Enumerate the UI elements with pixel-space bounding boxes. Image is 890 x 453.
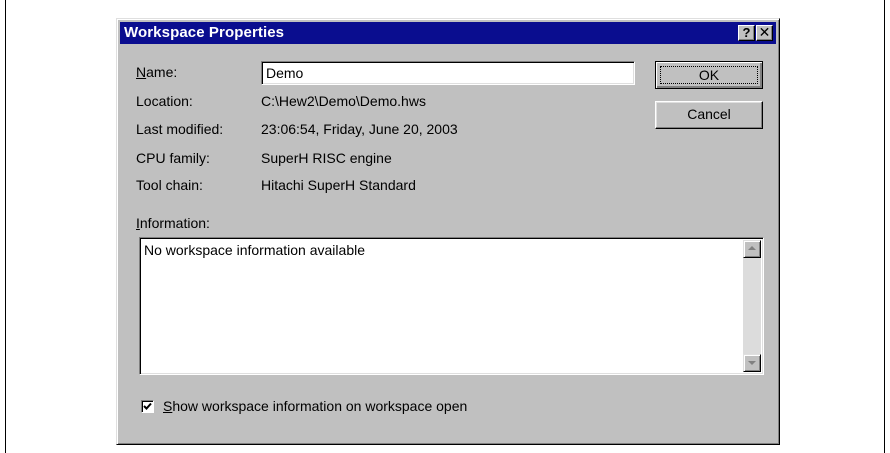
vertical-scrollbar[interactable] — [743, 240, 761, 372]
workspace-properties-dialog: Workspace Properties ? ✕ Name: Demo Loca… — [116, 18, 780, 445]
frame-left-border — [5, 0, 6, 453]
information-textarea[interactable]: No workspace information available — [139, 237, 764, 375]
arrow-up-icon — [748, 246, 756, 250]
checkmark-icon — [143, 402, 152, 410]
information-label: Information: — [136, 215, 210, 231]
close-button[interactable]: ✕ — [756, 25, 773, 41]
cancel-button[interactable]: Cancel — [655, 101, 763, 129]
title-bar[interactable]: Workspace Properties ? ✕ — [120, 22, 776, 44]
name-label: Name: — [136, 64, 178, 80]
last-modified-label: Last modified: — [136, 121, 224, 137]
tool-chain-value: Hitachi SuperH Standard — [261, 177, 416, 193]
scroll-down-button[interactable] — [743, 354, 761, 372]
cpu-family-label: CPU family: — [136, 150, 210, 166]
ok-button[interactable]: OK — [655, 61, 763, 89]
information-text: No workspace information available — [144, 242, 365, 258]
dialog-title: Workspace Properties — [124, 24, 285, 41]
frame-right-border — [884, 0, 885, 453]
last-modified-value: 23:06:54, Friday, June 20, 2003 — [261, 121, 458, 137]
location-label: Location: — [136, 93, 193, 109]
help-button[interactable]: ? — [738, 25, 755, 41]
arrow-down-icon — [748, 361, 756, 365]
show-info-checkbox[interactable] — [141, 400, 154, 413]
cpu-family-value: SuperH RISC engine — [261, 150, 392, 166]
location-value: C:\Hew2\Demo\Demo.hws — [261, 93, 426, 109]
name-field[interactable]: Demo — [261, 61, 635, 85]
tool-chain-label: Tool chain: — [136, 177, 203, 193]
scroll-up-button[interactable] — [743, 240, 761, 258]
show-info-label: Show workspace information on workspace … — [163, 398, 468, 414]
ok-button-label: OK — [698, 67, 720, 83]
